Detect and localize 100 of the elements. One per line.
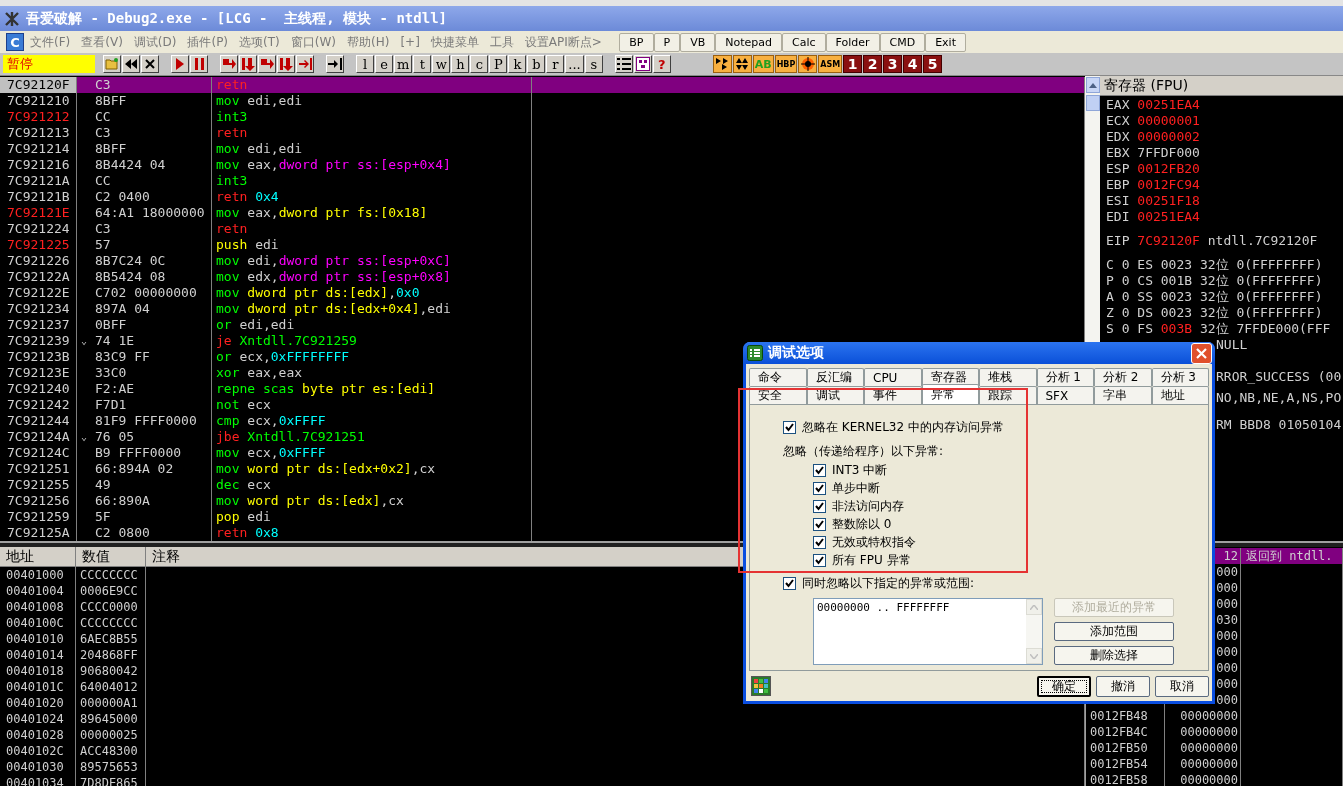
checkbox[interactable] bbox=[813, 481, 826, 495]
scroll-up-button[interactable] bbox=[1085, 77, 1100, 93]
stack-row[interactable]: 0012FB58 00000000 bbox=[1086, 772, 1343, 786]
pause-button[interactable] bbox=[190, 55, 208, 73]
tab[interactable]: 命令 bbox=[749, 368, 807, 386]
dialog-button[interactable]: 撤消 bbox=[1096, 675, 1150, 697]
stack-row[interactable]: 0012FB4C 00000000 bbox=[1086, 724, 1343, 740]
open-button[interactable] bbox=[103, 55, 121, 73]
tab[interactable]: CPU bbox=[864, 368, 922, 386]
window-button[interactable]: P bbox=[489, 55, 508, 73]
tab[interactable]: 反汇编 bbox=[806, 368, 864, 386]
segment-name: ES bbox=[1137, 257, 1153, 272]
shortcut-button[interactable]: Notepad bbox=[715, 32, 782, 52]
number-button[interactable]: 4 bbox=[903, 55, 923, 73]
checkbox[interactable] bbox=[783, 420, 796, 434]
menu-item[interactable]: 选项(T) bbox=[239, 33, 280, 51]
shortcut-button[interactable]: BP bbox=[619, 32, 654, 52]
dialog-button[interactable]: 确定 bbox=[1037, 675, 1091, 697]
segment-name: DS bbox=[1137, 305, 1153, 320]
restart-button[interactable] bbox=[122, 55, 140, 73]
plugin-button[interactable]: HBP bbox=[774, 55, 798, 73]
tab[interactable]: 分析 1 bbox=[1036, 368, 1094, 386]
stack-row[interactable]: 0012FB48 00000000 bbox=[1086, 708, 1343, 724]
menu-item[interactable]: 文件(F) bbox=[30, 33, 71, 51]
checkbox[interactable] bbox=[813, 535, 826, 549]
menu-item[interactable]: 快捷菜单 bbox=[430, 33, 479, 51]
step-button[interactable] bbox=[258, 55, 276, 73]
tab[interactable]: 分析 2 bbox=[1094, 368, 1152, 386]
range-list[interactable]: 00000000 .. FFFFFFFF bbox=[813, 598, 1043, 665]
shortcut-button[interactable]: VB bbox=[680, 32, 716, 52]
window-button[interactable]: k bbox=[508, 55, 527, 73]
plugin-button[interactable] bbox=[732, 55, 752, 73]
address-cell: 00401020 bbox=[6, 696, 64, 710]
list-item[interactable]: 00000000 .. FFFFFFFF bbox=[817, 601, 1023, 614]
plugin-button[interactable]: ASM bbox=[818, 55, 843, 73]
plugin-button[interactable] bbox=[712, 55, 732, 73]
play-icon bbox=[176, 58, 184, 70]
number-button[interactable]: 1 bbox=[843, 55, 863, 73]
menu-item[interactable]: 设置API断点> bbox=[524, 33, 602, 51]
menu-item[interactable]: 窗口(W) bbox=[290, 33, 336, 51]
code-row[interactable]: 7C92120F C3 retn bbox=[0, 77, 1085, 93]
stack-row[interactable]: 0012FB50 00000000 bbox=[1086, 740, 1343, 756]
number-button[interactable]: 3 bbox=[883, 55, 903, 73]
tab[interactable]: 堆栈 bbox=[979, 368, 1037, 386]
tab[interactable]: 地址 bbox=[1151, 386, 1209, 404]
list-button[interactable] bbox=[614, 55, 633, 73]
run-to-button[interactable] bbox=[326, 55, 344, 73]
address-cell: 7C92124A bbox=[0, 429, 77, 445]
execute-till-return-button[interactable] bbox=[296, 55, 314, 73]
action-button[interactable]: 添加范围 bbox=[1054, 622, 1174, 641]
window-button[interactable]: s bbox=[584, 55, 603, 73]
plugin-button[interactable] bbox=[798, 55, 818, 73]
checkbox[interactable] bbox=[783, 576, 796, 590]
checkbox[interactable] bbox=[813, 517, 826, 531]
menu-item[interactable]: 调试(D) bbox=[133, 33, 177, 51]
scroll-thumb[interactable] bbox=[1085, 95, 1100, 111]
window-button[interactable]: t bbox=[413, 55, 432, 73]
column-header[interactable]: 数值 bbox=[76, 547, 146, 566]
close-button[interactable] bbox=[141, 55, 159, 73]
tab[interactable]: 分析 3 bbox=[1151, 368, 1209, 386]
shortcut-button[interactable]: Folder bbox=[825, 32, 880, 52]
run-button[interactable] bbox=[171, 55, 189, 73]
number-button[interactable]: 5 bbox=[923, 55, 943, 73]
help-button[interactable]: ? bbox=[652, 55, 671, 73]
step-button[interactable] bbox=[220, 55, 238, 73]
shortcut-button[interactable]: CMD bbox=[879, 32, 926, 52]
window-button[interactable]: ... bbox=[565, 55, 584, 73]
stack-row[interactable]: 0012FB54 00000000 bbox=[1086, 756, 1343, 772]
dialog-button[interactable]: 取消 bbox=[1155, 675, 1209, 697]
window-button[interactable]: c bbox=[470, 55, 489, 73]
app-icon[interactable]: C bbox=[6, 33, 24, 51]
stack-row[interactable]: 12 返回到 ntdll. bbox=[1086, 548, 1343, 564]
menu-item[interactable]: 帮助(H) bbox=[347, 33, 390, 51]
tab[interactable]: 字串 bbox=[1094, 386, 1152, 404]
flag-name: P bbox=[1106, 273, 1114, 288]
tab[interactable]: SFX bbox=[1036, 386, 1094, 404]
menu-item[interactable]: [+] bbox=[400, 35, 420, 49]
window-button[interactable]: r bbox=[546, 55, 565, 73]
window-button[interactable]: w bbox=[432, 55, 451, 73]
checkbox[interactable] bbox=[813, 499, 826, 513]
window-button[interactable]: b bbox=[527, 55, 546, 73]
step-button[interactable] bbox=[239, 55, 257, 73]
checkbox[interactable] bbox=[813, 463, 826, 477]
value-cell: 000 bbox=[1216, 581, 1238, 595]
shortcut-button[interactable]: Calc bbox=[781, 32, 826, 52]
shortcut-button[interactable]: P bbox=[653, 32, 681, 52]
menu-item[interactable]: 查看(V) bbox=[81, 33, 123, 51]
step-button[interactable] bbox=[277, 55, 295, 73]
shortcut-button[interactable]: Exit bbox=[925, 32, 966, 52]
action-button[interactable]: 删除选择 bbox=[1054, 646, 1174, 665]
number-button[interactable]: 2 bbox=[863, 55, 883, 73]
value-cell: 00000025 bbox=[80, 728, 138, 742]
checkbox[interactable] bbox=[813, 553, 826, 567]
column-header[interactable]: 地址 bbox=[0, 547, 76, 566]
window-button[interactable]: l bbox=[356, 55, 374, 73]
menu-item[interactable]: 插件(P) bbox=[187, 33, 229, 51]
window-button[interactable]: e bbox=[375, 55, 393, 73]
menu-item[interactable]: 工具 bbox=[489, 33, 514, 51]
window-button[interactable]: h bbox=[451, 55, 470, 73]
window-button[interactable]: m bbox=[394, 55, 413, 73]
